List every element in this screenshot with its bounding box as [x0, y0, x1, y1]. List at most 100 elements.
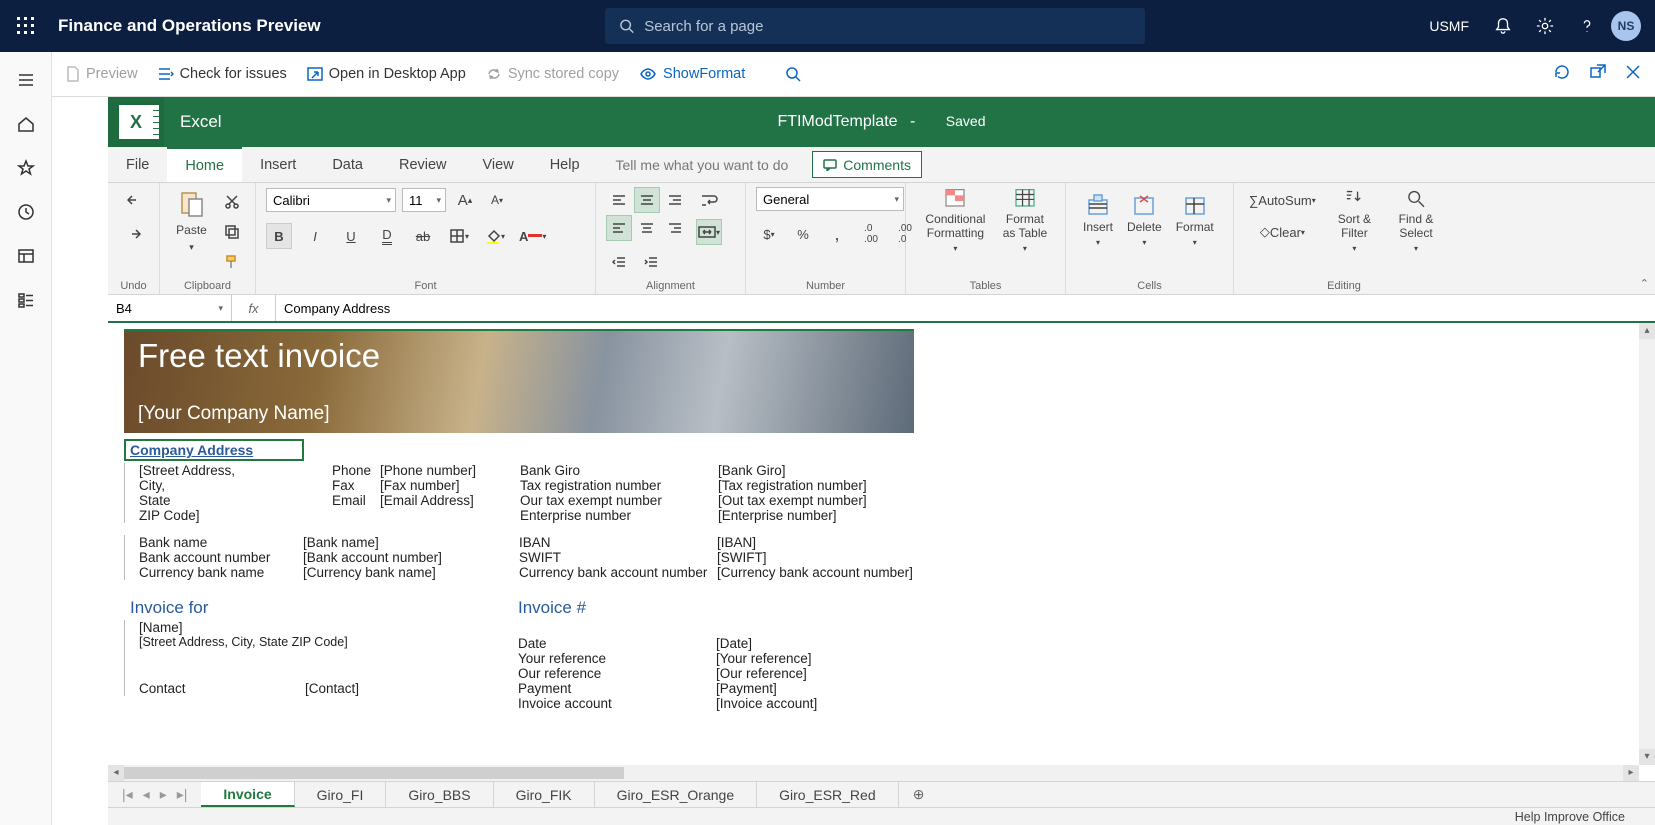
refresh-icon[interactable]	[1553, 63, 1571, 85]
bell-icon[interactable]	[1485, 8, 1521, 44]
grow-font-button[interactable]: A▴	[452, 187, 478, 213]
search-action-icon[interactable]	[785, 66, 801, 82]
align-right[interactable]	[662, 215, 688, 241]
font-name-select[interactable]: Calibri	[266, 188, 396, 212]
format-as-table-button[interactable]: Format as Table▾	[995, 187, 1055, 255]
cut-button[interactable]	[219, 189, 245, 215]
ribbon-tabs: File Home Insert Data Review View Help T…	[108, 147, 1655, 183]
avatar[interactable]: NS	[1611, 11, 1641, 41]
sheet-nav-next[interactable]: ▸	[160, 786, 167, 803]
bold-button[interactable]: B	[266, 223, 292, 249]
global-search[interactable]	[605, 8, 1145, 44]
copy-button[interactable]	[219, 219, 245, 245]
format-cells-button[interactable]: Format▾	[1169, 187, 1221, 255]
vertical-scrollbar[interactable]	[1639, 323, 1655, 765]
comments-button[interactable]: Comments	[812, 151, 922, 178]
tab-insert[interactable]: Insert	[242, 147, 314, 182]
clock-icon[interactable]	[4, 190, 48, 234]
sheet-nav-prev[interactable]: ◂	[143, 786, 150, 803]
conditional-formatting-button[interactable]: Conditional Formatting▾	[916, 187, 995, 255]
clear-button[interactable]: ◇ Clear ▾	[1244, 219, 1321, 245]
popout-icon[interactable]	[1589, 63, 1607, 85]
sheet-tab-giro-bbs[interactable]: Giro_BBS	[386, 782, 493, 807]
underline-button[interactable]: U	[338, 223, 364, 249]
status-bar[interactable]: Help Improve Office	[108, 807, 1655, 825]
formula-bar: B4 fx Company Address	[108, 295, 1655, 323]
font-color-button[interactable]: A ▾	[518, 223, 547, 249]
fx-icon[interactable]: fx	[232, 295, 276, 321]
add-sheet-button[interactable]: ⊕	[899, 782, 939, 807]
left-rail	[0, 52, 52, 825]
percent-button[interactable]: %	[790, 221, 816, 247]
workspace-icon[interactable]	[4, 234, 48, 278]
align-left[interactable]	[606, 215, 632, 241]
redo-button[interactable]	[118, 221, 149, 247]
double-underline-button[interactable]: D	[374, 223, 400, 249]
sheet-tab-giro-fi[interactable]: Giro_FI	[295, 782, 387, 807]
tab-view[interactable]: View	[465, 147, 532, 182]
selected-cell[interactable]: Company Address	[124, 439, 304, 461]
align-center[interactable]	[634, 215, 660, 241]
close-icon[interactable]	[1625, 64, 1641, 84]
font-size-select[interactable]: 11	[402, 188, 446, 212]
collapse-ribbon-icon[interactable]: ⌃	[1640, 277, 1649, 290]
fill-color-button[interactable]: ▾	[482, 223, 508, 249]
find-select-button[interactable]: Find & Select▾	[1388, 187, 1444, 255]
align-top-right[interactable]	[662, 187, 688, 213]
home-icon[interactable]	[4, 102, 48, 146]
italic-button[interactable]: I	[302, 223, 328, 249]
sheet-tab-giro-fik[interactable]: Giro_FIK	[494, 782, 595, 807]
name-box[interactable]: B4	[108, 295, 232, 321]
help-icon[interactable]	[1569, 8, 1605, 44]
autosum-button[interactable]: ∑ AutoSum ▾	[1244, 187, 1321, 213]
sort-filter-button[interactable]: Sort & Filter▾	[1329, 187, 1380, 255]
ribbon-body: Undo Paste▾ Clipboard	[108, 183, 1655, 295]
waffle-icon[interactable]	[6, 6, 46, 46]
showformat-button[interactable]: ShowFormat	[639, 66, 745, 82]
modules-icon[interactable]	[4, 278, 48, 322]
wrap-text-button[interactable]	[696, 187, 722, 213]
star-icon[interactable]	[4, 146, 48, 190]
undo-button[interactable]	[118, 187, 149, 213]
tab-home[interactable]: Home	[167, 147, 242, 182]
shrink-font-button[interactable]: A▾	[484, 187, 510, 213]
tab-help[interactable]: Help	[532, 147, 598, 182]
search-input[interactable]	[644, 18, 1131, 35]
number-format-select[interactable]: General	[756, 187, 904, 211]
border-button[interactable]: ▾	[446, 223, 472, 249]
hamburger-icon[interactable]	[4, 58, 48, 102]
search-icon	[619, 18, 634, 34]
insert-cells-button[interactable]: Insert▾	[1076, 187, 1120, 255]
increase-decimal[interactable]: .0.00	[858, 221, 884, 247]
sheet-nav-last[interactable]: ▸|	[177, 786, 188, 803]
company-label[interactable]: USMF	[1429, 18, 1469, 34]
strike-button[interactable]: ab	[410, 223, 436, 249]
sheet-tab-giro-esr-orange[interactable]: Giro_ESR_Orange	[595, 782, 758, 807]
increase-indent[interactable]	[638, 249, 664, 275]
tab-data[interactable]: Data	[314, 147, 381, 182]
horizontal-scrollbar[interactable]: ◂▸	[108, 765, 1639, 781]
sync-button: Sync stored copy	[486, 66, 619, 82]
gear-icon[interactable]	[1527, 8, 1563, 44]
app-title: Finance and Operations Preview	[58, 16, 321, 36]
sheet-nav-first[interactable]: |◂	[122, 786, 133, 803]
formula-input[interactable]: Company Address	[276, 295, 1655, 321]
decrease-indent[interactable]	[606, 249, 632, 275]
check-issues-button[interactable]: Check for issues	[158, 66, 287, 82]
delete-cells-button[interactable]: Delete▾	[1120, 187, 1169, 255]
comma-button[interactable]: ,	[824, 221, 850, 247]
align-top-left[interactable]	[606, 187, 632, 213]
sheet-tab-invoice[interactable]: Invoice	[201, 782, 294, 807]
open-desktop-button[interactable]: Open in Desktop App	[307, 66, 466, 82]
app-header: Finance and Operations Preview USMF NS	[0, 0, 1655, 52]
invoice-banner: Free text invoice [Your Company Name]	[124, 329, 914, 433]
tell-me-input[interactable]: Tell me what you want to do	[598, 147, 807, 182]
tab-review[interactable]: Review	[381, 147, 465, 182]
align-top-center[interactable]	[634, 187, 660, 213]
tab-file[interactable]: File	[108, 147, 167, 182]
sheet-tab-giro-esr-red[interactable]: Giro_ESR_Red	[757, 782, 899, 807]
format-painter-button[interactable]	[219, 249, 245, 275]
paste-button[interactable]: Paste▾	[170, 187, 213, 255]
merge-button[interactable]: ▾	[696, 219, 722, 245]
currency-button[interactable]: $ ▾	[756, 221, 782, 247]
